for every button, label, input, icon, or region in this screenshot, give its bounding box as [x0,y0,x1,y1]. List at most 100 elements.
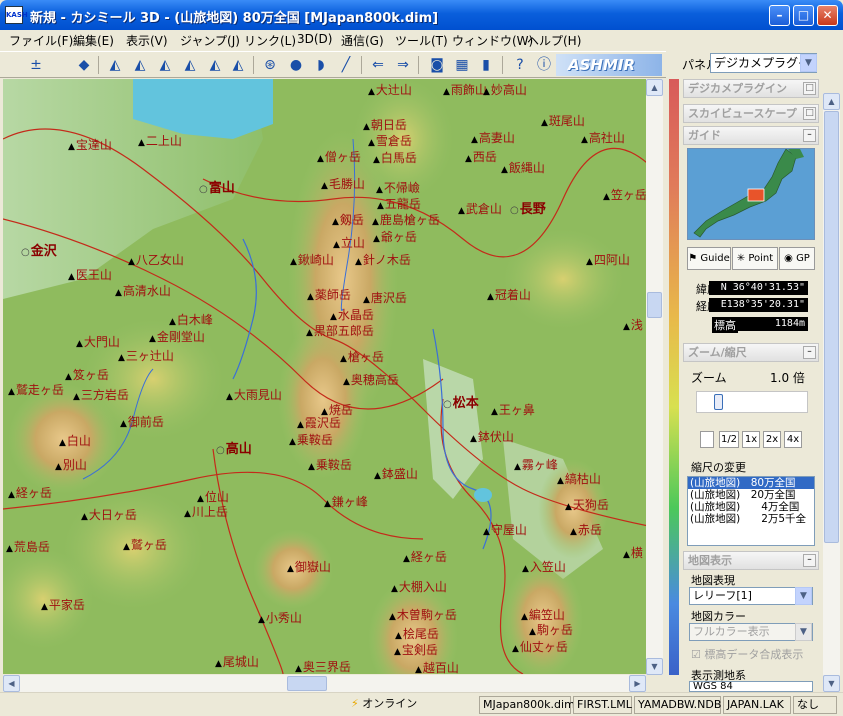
chevron-down-icon[interactable]: ▼ [795,587,812,605]
peak-label[interactable]: ▲乗鞍岳 [289,434,333,449]
back-arrow-icon[interactable]: ⇐ [368,55,388,75]
peak-label[interactable]: ▲医王山 [68,269,112,284]
peak-label[interactable]: ▲平家岳 [41,599,85,614]
peak-label[interactable]: ▲御嶽山 [287,561,331,576]
peak-label[interactable]: ▲大雨見山 [226,389,282,404]
section-map-display[interactable]: 地図表示 – [683,551,819,570]
peak-label[interactable]: ▲大辻山 [368,84,412,99]
peak-label[interactable]: ▲霞沢岳 [297,417,341,432]
peak-label[interactable]: ▲不帰嶮 [376,182,420,197]
peak-label[interactable]: ▲槍ヶ岳 [340,351,384,366]
peak-label[interactable]: ▲別山 [55,459,87,474]
peak-label[interactable]: ▲仙丈ヶ岳 [512,641,568,656]
peak-label[interactable]: ▲小秀山 [258,612,302,627]
menu-link[interactable]: リンク(L) [244,32,296,49]
gps-icon[interactable]: ▮ [476,55,496,75]
zoom-plus-minus-icon[interactable]: ± [26,55,46,75]
peak-label[interactable]: ▲薬師岳 [307,289,351,304]
peak-label[interactable]: ▲白木峰 [169,314,213,329]
peak-label[interactable]: ▲三ヶ辻山 [118,350,174,365]
peak-label[interactable]: ▲経ヶ岳 [8,487,52,502]
peak-label[interactable]: ▲大棚入山 [391,581,447,596]
scroll-up-arrow-icon[interactable]: ▲ [823,93,840,110]
tab-point[interactable]: ✳ Point [732,247,778,270]
peak-label[interactable]: ▲白馬岳 [373,152,417,167]
peak-label[interactable]: ▲飯縄山 [501,162,545,177]
peak-label[interactable]: ▲八乙女山 [128,254,184,269]
peak-label[interactable]: ▲鍬崎山 [290,254,334,269]
peak-label[interactable]: ▲水晶岳 [330,309,374,324]
peak-label[interactable]: ▲針ノ木岳 [355,254,411,269]
menu-tools[interactable]: ツール(T) [395,32,448,49]
peak-label[interactable]: ▲黒部五郎岳 [306,325,374,340]
peak-label[interactable]: ▲立山 [333,237,365,252]
panel-vertical-scrollbar[interactable]: ▲ ▼ [823,93,840,692]
horizontal-scroll-thumb[interactable] [287,676,327,691]
map-canvas[interactable]: ▲大辻山 ▲雨飾山 ▲妙高山 ▲朝日岳 ▲斑尾山 ▲宝達山 ▲二上山 ▲雪倉岳 ▲高妻山 ▲高社山… [3,79,663,674]
peak-label[interactable]: ▲桧尾岳 [395,628,439,643]
minimize-button[interactable]: – [769,5,790,26]
collapse-icon[interactable]: □ [803,107,816,120]
peak-label[interactable]: ▲鷲走ヶ岳 [8,384,64,399]
layer-1-icon[interactable]: ◭ [105,55,125,75]
peak-label[interactable]: ▲越百山 [415,662,459,675]
peak-label[interactable]: ▲高清水山 [115,285,171,300]
collapse-icon[interactable]: – [803,129,816,142]
city-label[interactable]: ○長野 [510,203,546,217]
peak-label[interactable]: ▲大門山 [76,336,120,351]
peak-label[interactable]: ▲宝達山 [68,139,112,154]
binoculars-icon[interactable]: ⊛ [260,55,280,75]
peak-label[interactable]: ▲編笠山 [521,609,565,624]
peak-label[interactable]: ▲笈ヶ岳 [65,369,109,384]
peak-label[interactable]: ▲二上山 [138,135,182,150]
help-icon[interactable]: ? [510,55,530,75]
peak-label[interactable]: ▲霧ヶ峰 [514,459,558,474]
zoom-blank-button[interactable] [700,431,714,448]
peak-label[interactable]: ▲鷲ヶ岳 [123,539,167,554]
section-skyview[interactable]: スカイビュースケープ □ [683,104,819,123]
peak-label[interactable]: ▲僧ヶ岳 [317,151,361,166]
section-guide[interactable]: ガイド – [683,126,819,145]
zoom-2x-button[interactable]: 2x [763,431,781,448]
city-label[interactable]: ○高山 [216,443,252,457]
peak-label[interactable]: ▲赤岳 [570,524,602,539]
peak-label[interactable]: ▲駒ヶ岳 [529,624,573,639]
layer-6-icon[interactable]: ◭ [228,55,248,75]
peak-label[interactable]: ▲王ヶ鼻 [491,404,535,419]
composite-checkbox[interactable]: ☑ 標高データ合成表示 [691,646,803,662]
city-label[interactable]: ○金沢 [21,245,57,259]
peak-label[interactable]: ▲位山 [197,491,229,506]
peak-label[interactable]: ▲金剛堂山 [149,331,205,346]
menu-window[interactable]: ウィンドウ(W) [452,32,533,49]
vertical-scroll-thumb[interactable] [647,292,662,318]
menu-comm[interactable]: 通信(G) [341,32,384,49]
peak-label[interactable]: ▲鹿島槍ヶ岳 [372,214,440,229]
zoom-half-button[interactable]: 1/2 [719,431,739,448]
peak-label[interactable]: ▲奥三界岳 [295,661,351,675]
peak-label[interactable]: ▲鉢伏山 [470,431,514,446]
peak-label[interactable]: ▲入笠山 [522,561,566,576]
section-digicam[interactable]: デジカメプラグイン □ [683,79,819,98]
menu-jump[interactable]: ジャンプ(J) [180,32,240,49]
list-item[interactable]: (山旅地図) 80万全国 [688,477,814,489]
info-icon[interactable]: ⓘ [534,55,554,75]
peak-label[interactable]: ▲三方岩岳 [73,389,129,404]
peak-label[interactable]: ▲笠ヶ岳 [603,189,647,204]
scroll-down-arrow-icon[interactable]: ▼ [823,675,840,692]
peak-label[interactable]: ▲白山 [59,435,91,450]
peak-label[interactable]: ▲縞枯山 [557,473,601,488]
peak-label[interactable]: ▲横 [623,547,643,562]
zoom-slider-thumb[interactable] [714,394,723,410]
layer-4-icon[interactable]: ◭ [180,55,200,75]
list-item[interactable]: (山旅地図) 4万全国 [688,501,814,513]
menu-view[interactable]: 表示(V) [126,32,168,49]
peak-label[interactable]: ▲唐沢岳 [363,292,407,307]
panel-scroll-thumb[interactable] [824,111,839,543]
peak-label[interactable]: ▲爺ヶ岳 [373,231,417,246]
list-item[interactable]: (山旅地図) 20万全国 [688,489,814,501]
chevron-down-icon[interactable]: ▼ [795,623,812,641]
peak-label[interactable]: ▲高社山 [581,132,625,147]
map-horizontal-scrollbar[interactable]: ◀ ▶ [3,675,646,692]
peak-label[interactable]: ▲御前岳 [120,416,164,431]
splitter[interactable] [664,79,668,675]
